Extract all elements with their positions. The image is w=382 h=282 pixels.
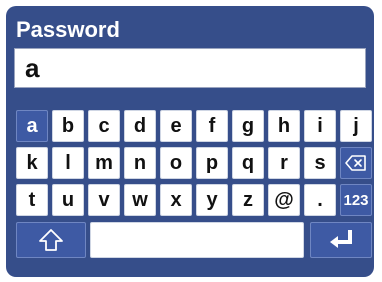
space-key[interactable] <box>90 222 304 258</box>
key-s[interactable]: s <box>304 147 336 179</box>
enter-icon <box>330 230 352 248</box>
key-r[interactable]: r <box>268 147 300 179</box>
key-b[interactable]: b <box>52 110 84 142</box>
key-m[interactable]: m <box>88 147 120 179</box>
key-c[interactable]: c <box>88 110 120 142</box>
key-v[interactable]: v <box>88 184 120 216</box>
enter-key[interactable] <box>310 222 372 258</box>
key-k[interactable]: k <box>16 147 48 179</box>
key-i[interactable]: i <box>304 110 336 142</box>
key-u[interactable]: u <box>52 184 84 216</box>
dialog-title: Password <box>16 17 120 42</box>
key-p[interactable]: p <box>196 147 228 179</box>
key-g[interactable]: g <box>232 110 264 142</box>
numeric-mode-key[interactable]: 123 <box>340 184 372 216</box>
key-j[interactable]: j <box>340 110 372 142</box>
key-e[interactable]: e <box>160 110 192 142</box>
key-d[interactable]: d <box>124 110 156 142</box>
key-x[interactable]: x <box>160 184 192 216</box>
password-input[interactable]: a <box>14 48 366 88</box>
key-o[interactable]: o <box>160 147 192 179</box>
key-f[interactable]: f <box>196 110 228 142</box>
shift-key[interactable] <box>16 222 86 258</box>
key-z[interactable]: z <box>232 184 264 216</box>
key-h[interactable]: h <box>268 110 300 142</box>
key-t[interactable]: t <box>16 184 48 216</box>
backspace-icon <box>345 155 366 171</box>
shift-icon <box>39 229 63 251</box>
password-keyboard-panel: Password a a b c d e f g h i j k l m n o… <box>6 6 374 277</box>
key-q[interactable]: q <box>232 147 264 179</box>
key-a[interactable]: a <box>16 110 48 142</box>
key-at[interactable]: @ <box>268 184 300 216</box>
key-n[interactable]: n <box>124 147 156 179</box>
key-y[interactable]: y <box>196 184 228 216</box>
backspace-key[interactable] <box>340 147 372 179</box>
key-dot[interactable]: . <box>304 184 336 216</box>
on-screen-keyboard: a b c d e f g h i j k l m n o p q r s t … <box>6 102 374 272</box>
key-w[interactable]: w <box>124 184 156 216</box>
key-l[interactable]: l <box>52 147 84 179</box>
